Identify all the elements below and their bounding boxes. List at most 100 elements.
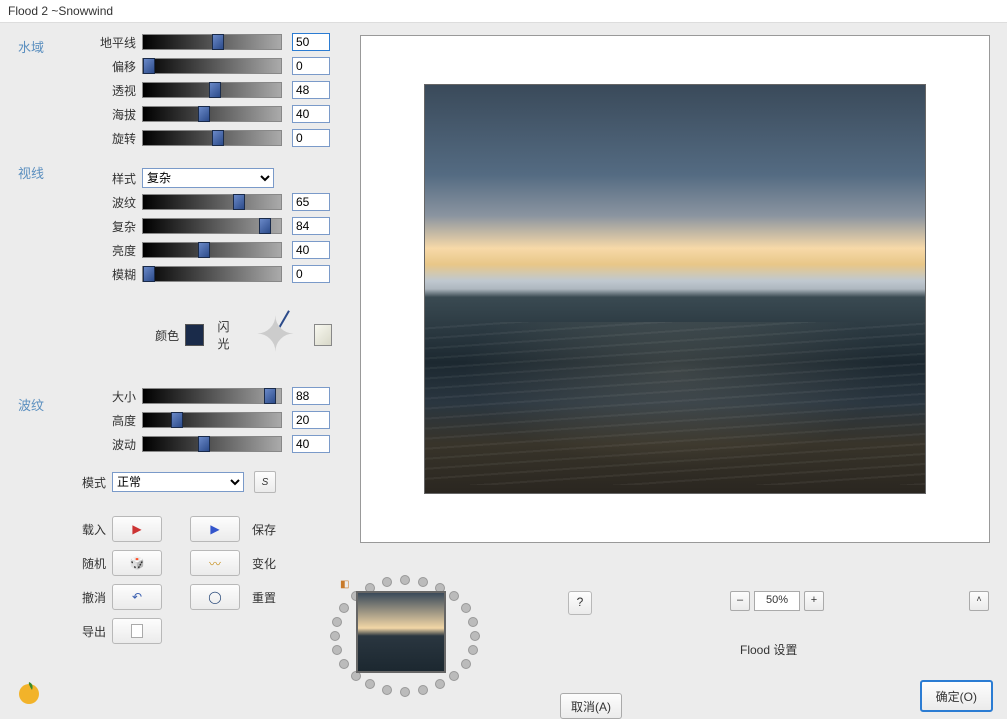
slider-offset[interactable]	[142, 58, 282, 74]
slider-wave[interactable]	[142, 194, 282, 210]
variation-dot[interactable]	[418, 577, 428, 587]
lbl-wave: 波纹	[98, 194, 142, 211]
lbl-perspective: 透视	[98, 82, 142, 99]
export-button[interactable]	[112, 618, 162, 644]
controls-panel: 水域 地平线 偏移 透视 海拔 旋转 视线 样式复杂 波纹 复杂 亮度 模糊 颜…	[0, 23, 340, 651]
lbl-complexity: 复杂	[98, 218, 142, 235]
variation-dot[interactable]	[435, 679, 445, 689]
help-button[interactable]: ?	[568, 591, 592, 615]
select-style[interactable]: 复杂	[142, 168, 274, 188]
wave-icon: 〰	[209, 555, 221, 572]
slider-height[interactable]	[142, 412, 282, 428]
input-height[interactable]	[292, 411, 330, 429]
variation-dot[interactable]	[382, 577, 392, 587]
lbl-undo: 撤消	[68, 589, 112, 606]
input-complexity[interactable]	[292, 217, 330, 235]
lbl-rotation: 旋转	[98, 130, 142, 147]
slider-perspective[interactable]	[142, 82, 282, 98]
lbl-variation: 变化	[252, 555, 276, 572]
section-water: 水域	[18, 37, 44, 56]
lbl-blur: 模糊	[98, 266, 142, 283]
lbl-horizon: 地平线	[98, 34, 142, 51]
variation-dot[interactable]	[461, 659, 471, 669]
save-button[interactable]: ▶	[190, 516, 240, 542]
lbl-mode: 模式	[68, 474, 112, 491]
slider-size[interactable]	[142, 388, 282, 404]
variation-dot[interactable]	[468, 645, 478, 655]
lbl-size: 大小	[98, 388, 142, 405]
variation-dot[interactable]	[332, 617, 342, 627]
preview-image	[424, 84, 926, 494]
ring-icon: ◯	[208, 590, 221, 604]
input-offset[interactable]	[292, 57, 330, 75]
input-altitude[interactable]	[292, 105, 330, 123]
section-ripple: 波纹	[18, 395, 44, 414]
page-icon	[131, 624, 143, 638]
slider-complexity[interactable]	[142, 218, 282, 234]
variation-dot[interactable]	[449, 591, 459, 601]
variation-dot[interactable]	[418, 685, 428, 695]
variation-dot[interactable]	[449, 671, 459, 681]
input-size[interactable]	[292, 387, 330, 405]
variation-dot[interactable]	[461, 603, 471, 613]
zoom-controls: – 50% +	[730, 591, 824, 611]
variation-dot[interactable]	[400, 575, 410, 585]
light-swatch[interactable]	[314, 324, 332, 346]
lbl-glare: 闪光	[218, 318, 238, 352]
btn-s[interactable]: S	[254, 471, 276, 493]
slider-rotation[interactable]	[142, 130, 282, 146]
color-swatch[interactable]	[185, 324, 203, 346]
variation-dot[interactable]	[470, 631, 480, 641]
input-wobble[interactable]	[292, 435, 330, 453]
lbl-wobble: 波动	[98, 436, 142, 453]
window-title: Flood 2 ~Snowwind	[0, 0, 1007, 23]
variation-dot[interactable]	[468, 617, 478, 627]
variation-dot[interactable]	[339, 603, 349, 613]
thumbnail-preview[interactable]	[356, 591, 446, 673]
undo-icon: ↶	[132, 590, 142, 604]
slider-brightness[interactable]	[142, 242, 282, 258]
dice-icon: 🎲	[130, 556, 145, 570]
variation-button[interactable]: 〰	[190, 550, 240, 576]
slider-wobble[interactable]	[142, 436, 282, 452]
lbl-reset: 重置	[252, 589, 276, 606]
play-icon: ▶	[210, 522, 219, 536]
cancel-button[interactable]: 取消(A)	[560, 693, 622, 719]
variation-dot[interactable]	[332, 645, 342, 655]
app-logo-icon	[14, 676, 44, 706]
slider-blur[interactable]	[142, 266, 282, 282]
input-brightness[interactable]	[292, 241, 330, 259]
lbl-save: 保存	[252, 521, 276, 538]
section-view: 视线	[18, 163, 44, 182]
lbl-random: 随机	[68, 555, 112, 572]
load-button[interactable]: ▶	[112, 516, 162, 542]
undo-button[interactable]: ↶	[112, 584, 162, 610]
compass-control[interactable]	[249, 303, 301, 367]
select-mode[interactable]: 正常	[112, 472, 244, 492]
input-horizon[interactable]	[292, 33, 330, 51]
reset-button[interactable]: ◯	[190, 584, 240, 610]
lbl-load: 载入	[68, 521, 112, 538]
lbl-altitude: 海拔	[98, 106, 142, 123]
lbl-brightness: 亮度	[98, 242, 142, 259]
input-rotation[interactable]	[292, 129, 330, 147]
collapse-button[interactable]: ˄	[969, 591, 989, 611]
variation-dot[interactable]	[400, 687, 410, 697]
lbl-export: 导出	[68, 623, 112, 640]
random-button[interactable]: 🎲	[112, 550, 162, 576]
input-blur[interactable]	[292, 265, 330, 283]
lbl-height: 高度	[98, 412, 142, 429]
variation-dot[interactable]	[339, 659, 349, 669]
zoom-value[interactable]: 50%	[754, 591, 800, 611]
input-wave[interactable]	[292, 193, 330, 211]
input-perspective[interactable]	[292, 81, 330, 99]
variation-dot[interactable]	[330, 631, 340, 641]
slider-altitude[interactable]	[142, 106, 282, 122]
variation-dot[interactable]	[365, 679, 375, 689]
ok-button[interactable]: 确定(O)	[920, 680, 993, 712]
lbl-color: 颜色	[148, 327, 185, 344]
slider-horizon[interactable]	[142, 34, 282, 50]
zoom-out-button[interactable]: –	[730, 591, 750, 611]
variation-dot[interactable]	[382, 685, 392, 695]
zoom-in-button[interactable]: +	[804, 591, 824, 611]
